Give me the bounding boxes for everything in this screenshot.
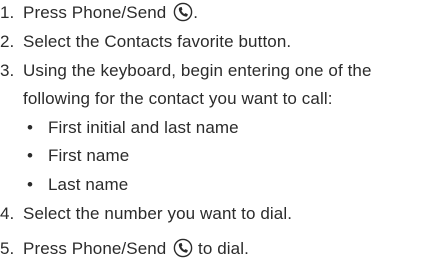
step-5: 5. Press Phone/Send to dial. [0, 238, 249, 260]
step-text-end: . [193, 3, 199, 22]
step-number: 2. [0, 32, 15, 51]
bullet-glyph: • [27, 118, 34, 137]
step-text-end: to dial. [198, 239, 249, 258]
step-text: Using the keyboard, begin entering one o… [23, 61, 372, 80]
phone-send-icon [173, 2, 193, 22]
step-text: Select the Contacts favorite button. [23, 32, 292, 51]
step-text: Press Phone/Send [23, 3, 167, 22]
step-number: 5. [0, 239, 15, 258]
step-3: 3. Using the keyboard, begin entering one… [0, 60, 372, 82]
bullet-glyph: • [27, 175, 34, 194]
step-2: 2. Select the Contacts favorite button. [0, 31, 291, 53]
step-number: 3. [0, 61, 15, 80]
step-number: 4. [0, 204, 15, 223]
step-number: 1. [0, 3, 15, 22]
instruction-list: 1. Press Phone/Send . 2. Select the Contac… [0, 0, 442, 270]
phone-send-icon [173, 238, 193, 258]
step-4: 4. Select the number you want to dial. [0, 203, 292, 225]
step-3-continuation: following for the contact you want to ca… [23, 89, 333, 108]
step-text: Select the number you want to dial. [23, 204, 293, 223]
list-item: • Last name [27, 174, 128, 196]
step-text: Press Phone/Send [23, 239, 167, 258]
bullet-text: First name [48, 146, 130, 165]
list-item: • First name [27, 145, 129, 167]
bullet-text: Last name [48, 175, 129, 194]
step-1: 1. Press Phone/Send . [0, 2, 198, 24]
bullet-text: First initial and last name [48, 118, 239, 137]
bullet-glyph: • [27, 146, 34, 165]
list-item: • First initial and last name [27, 117, 239, 139]
